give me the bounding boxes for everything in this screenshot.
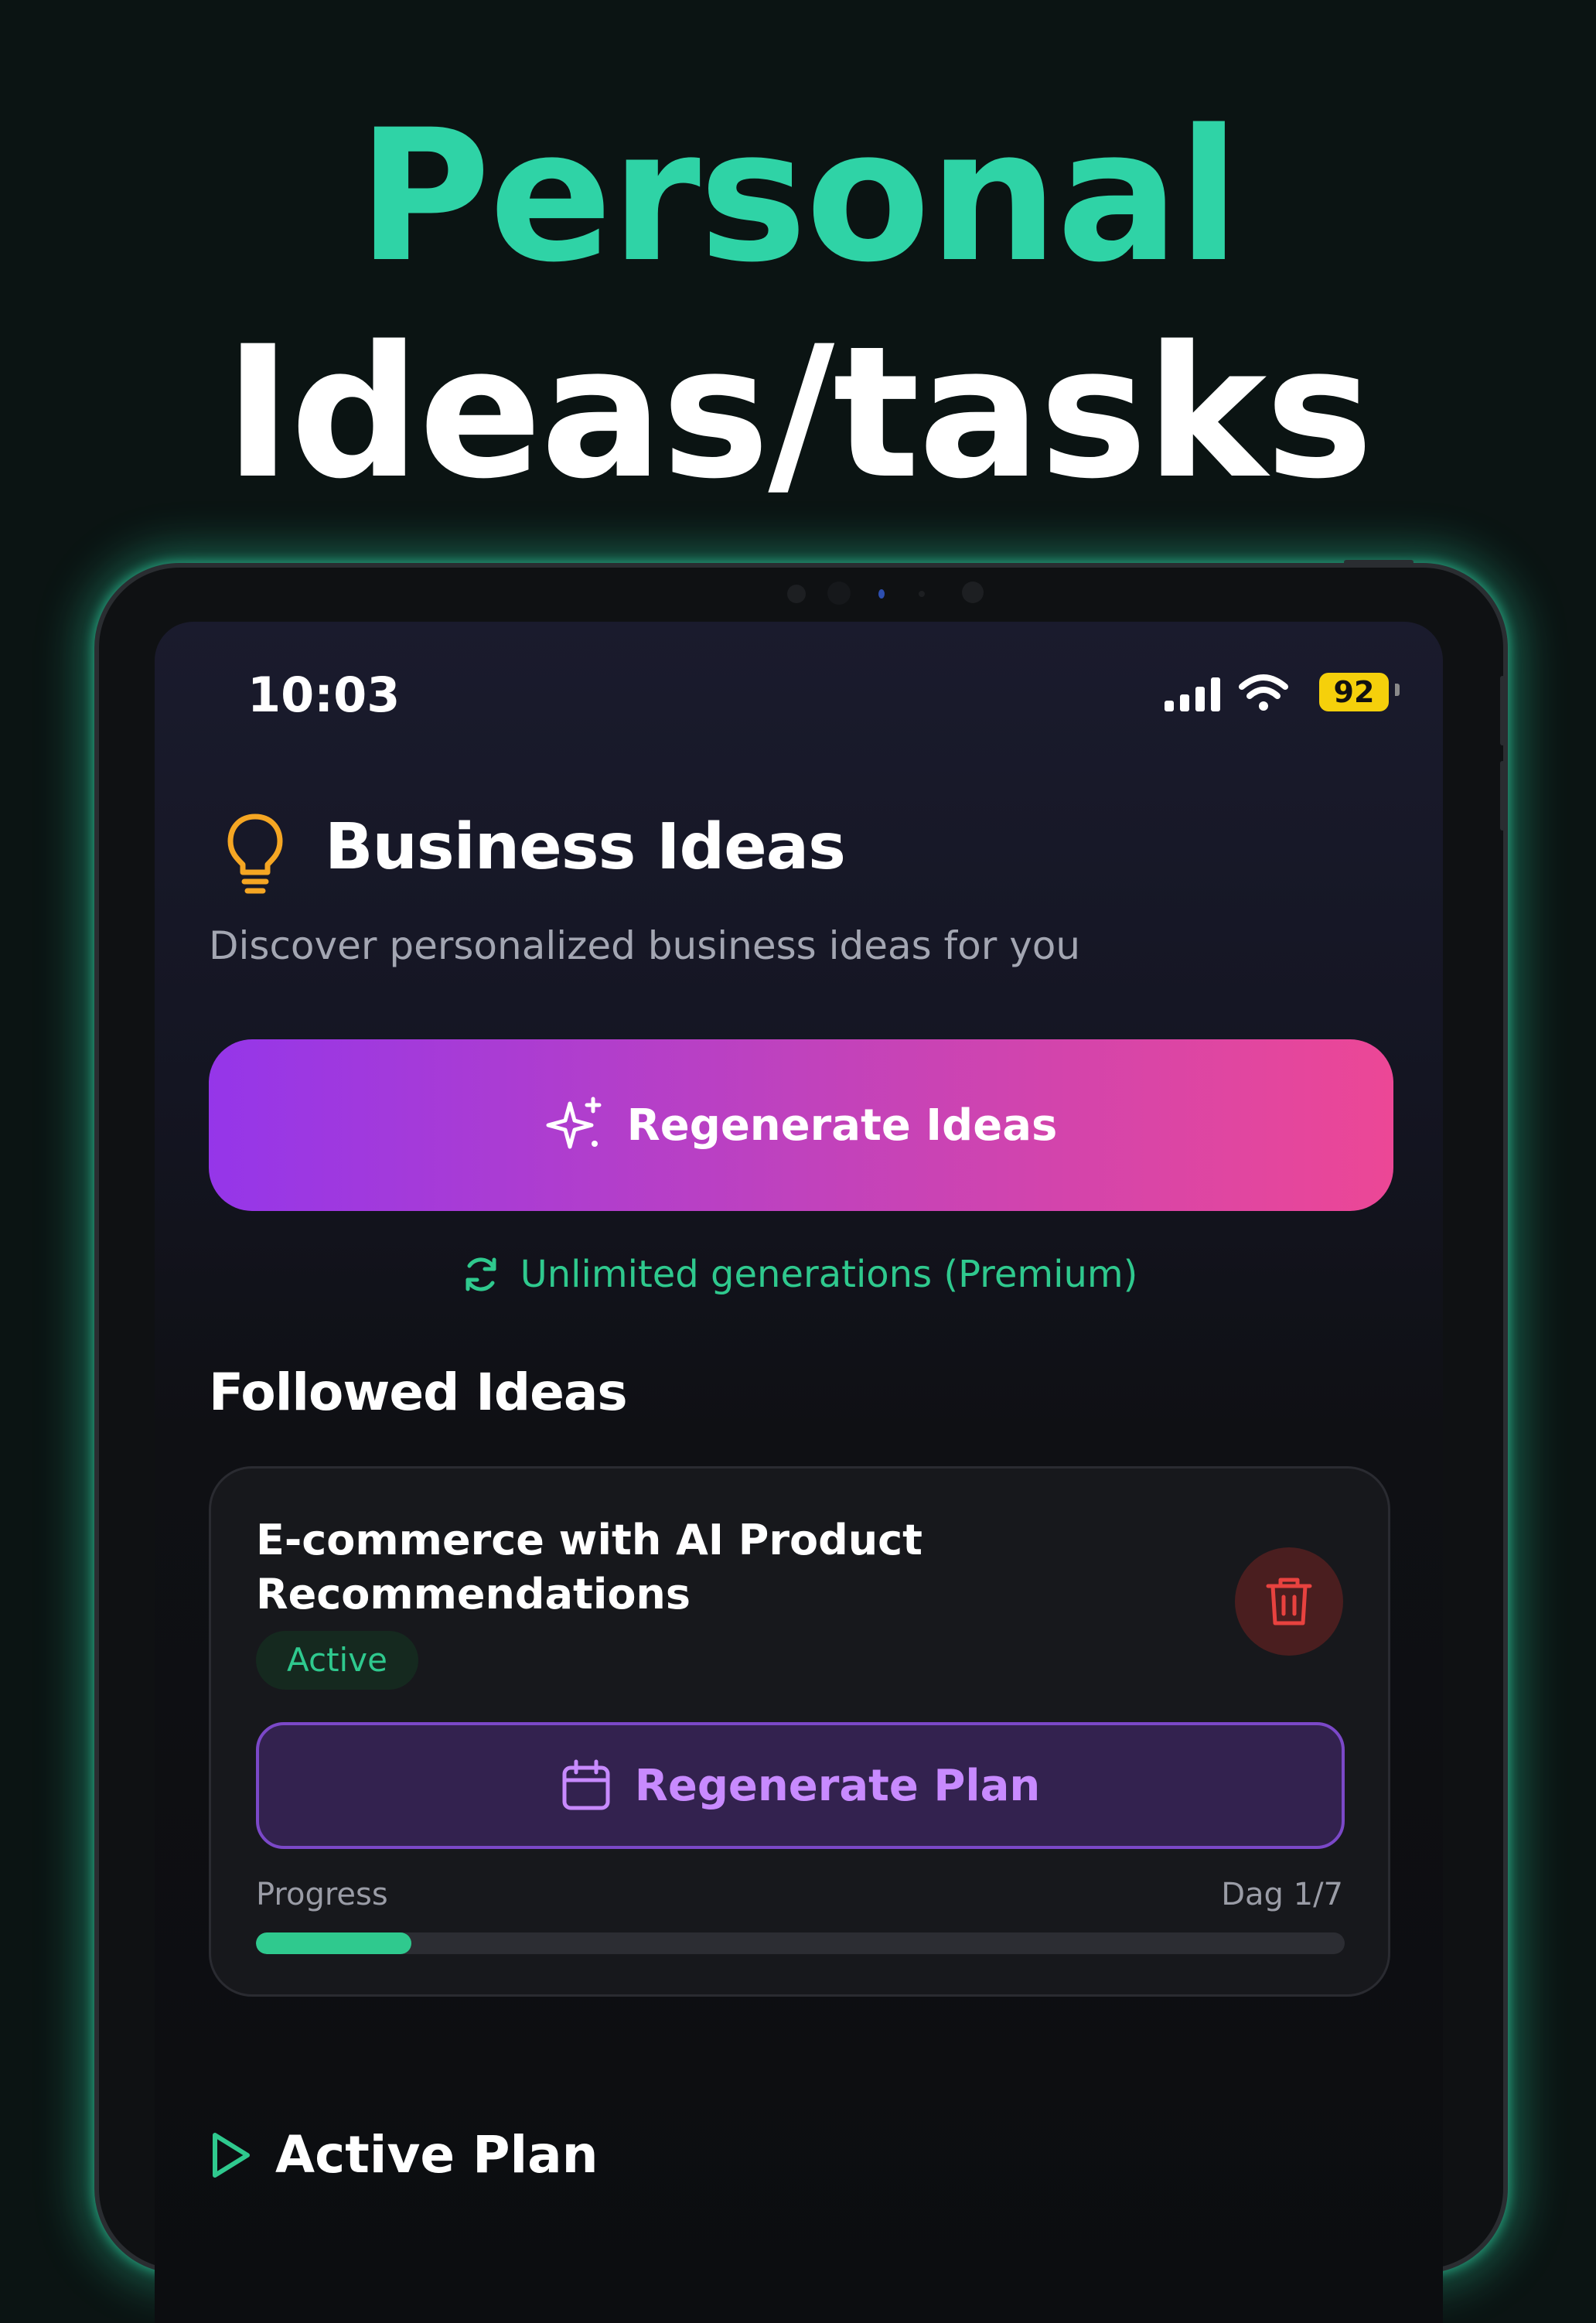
- regenerate-plan-label: Regenerate Plan: [634, 1760, 1041, 1811]
- regenerate-ideas-label: Regenerate Ideas: [626, 1100, 1058, 1151]
- device-top-button: [1344, 560, 1414, 565]
- device-volume-up: [1500, 676, 1505, 745]
- progress-value: Dag 1/7: [1221, 1877, 1343, 1912]
- cellular-signal-icon: [1165, 677, 1220, 711]
- page-title: Business Ideas: [325, 810, 846, 884]
- camera-bar: [787, 580, 1019, 611]
- camera-icon: [827, 582, 851, 605]
- lightbulb-icon: [227, 814, 283, 894]
- battery-indicator: 92: [1319, 673, 1389, 711]
- status-time: 10:03: [247, 667, 401, 723]
- app-screen: 10:03 92 Business Ideas Discover persona…: [155, 622, 1443, 2323]
- followed-ideas-title: Followed Ideas: [209, 1363, 628, 1422]
- page-subtitle: Discover personalized business ideas for…: [209, 923, 1081, 968]
- regenerate-plan-button[interactable]: Regenerate Plan: [256, 1722, 1345, 1849]
- battery-cap: [1395, 684, 1400, 696]
- wifi-icon: [1239, 674, 1288, 711]
- calendar-icon: [562, 1759, 610, 1810]
- sensor-icon: [962, 582, 984, 603]
- camera-indicator-icon: [878, 589, 885, 599]
- tablet-device: 10:03 92 Business Ideas Discover persona…: [94, 560, 1508, 2323]
- sensor-icon: [787, 585, 806, 603]
- progress-bar: [256, 1932, 1345, 1954]
- idea-card[interactable]: E-commerce with AI Product Recommendatio…: [209, 1466, 1390, 1997]
- sensor-icon: [919, 591, 925, 597]
- active-plan-title: Active Plan: [275, 2125, 598, 2185]
- idea-card-title: E-commerce with AI Product Recommendatio…: [256, 1516, 922, 1619]
- sparkles-icon: [546, 1097, 602, 1149]
- device-volume-down: [1500, 761, 1505, 831]
- play-icon: [213, 2132, 250, 2178]
- progress-label: Progress: [256, 1877, 388, 1912]
- status-badge: Active: [256, 1631, 418, 1690]
- unlimited-generations-note: Unlimited generations (Premium): [155, 1253, 1443, 1296]
- trash-icon: [1266, 1578, 1312, 1625]
- active-plan-header: Active Plan: [209, 2125, 598, 2185]
- progress-bar-fill: [256, 1932, 412, 1954]
- regenerate-ideas-button[interactable]: Regenerate Ideas: [209, 1039, 1393, 1211]
- unlimited-generations-text: Unlimited generations (Premium): [520, 1253, 1138, 1296]
- delete-idea-button[interactable]: [1235, 1547, 1343, 1656]
- headline-personal: Personal: [357, 91, 1240, 302]
- status-icons: 92: [1165, 670, 1400, 716]
- refresh-icon: [466, 1257, 496, 1291]
- headline-ideas-tasks: Ideas/tasks: [223, 308, 1373, 519]
